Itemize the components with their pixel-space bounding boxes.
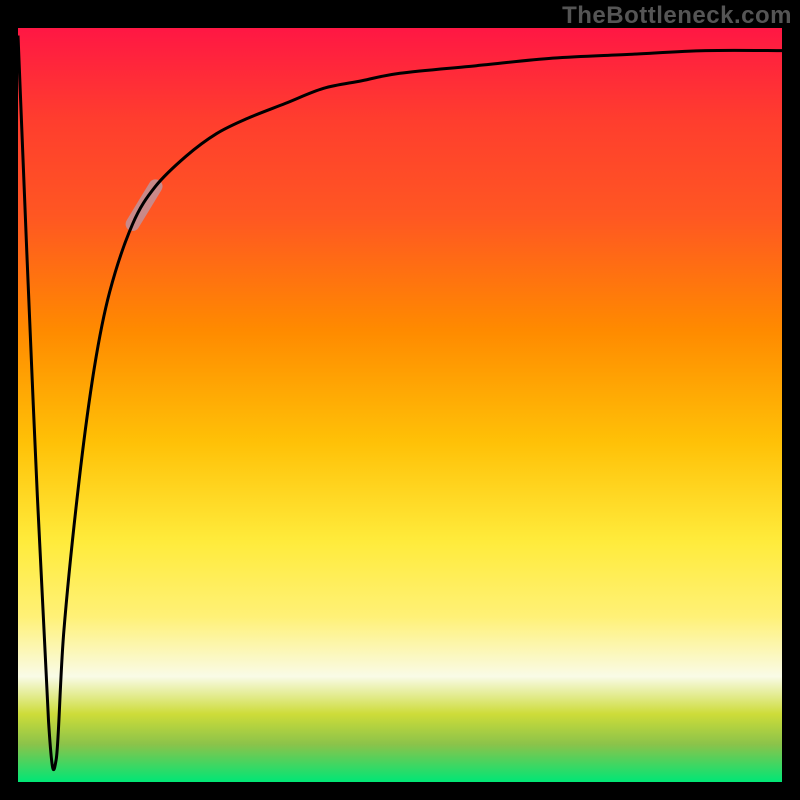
- plot-area: [18, 28, 782, 782]
- curve-highlight: [133, 186, 156, 224]
- bottleneck-curve: [18, 36, 782, 770]
- curve-svg: [18, 28, 782, 782]
- chart-frame: TheBottleneck.com: [0, 0, 800, 800]
- watermark-text: TheBottleneck.com: [562, 2, 792, 30]
